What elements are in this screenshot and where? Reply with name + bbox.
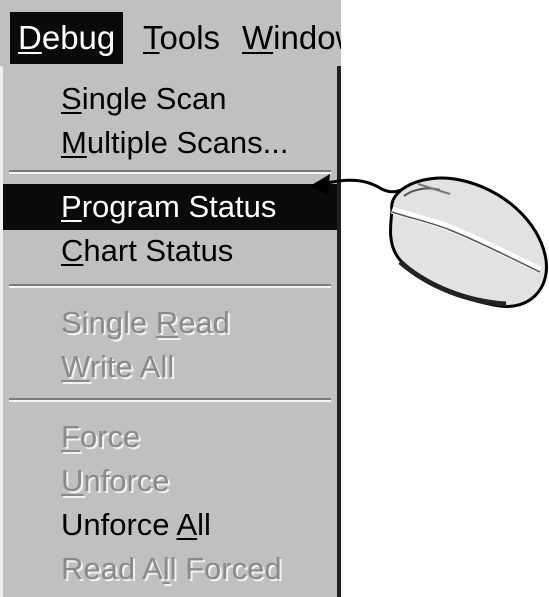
menu-item-hotkey: M: [61, 125, 87, 160]
menu-item-single-read[interactable]: Single Read: [3, 300, 337, 346]
menu-item-label-post: ultiple Scans...: [86, 125, 289, 160]
menu-item-read-all-forced[interactable]: Read All Forced: [3, 546, 337, 592]
menu-item-hotkey: P: [61, 189, 82, 224]
menu-item-label-post: hart Status: [83, 233, 234, 268]
menu-item-hotkey: l: [162, 551, 170, 586]
menu-item-hotkey: W: [61, 349, 90, 384]
menu-debug[interactable]: Debug: [10, 12, 124, 64]
computer-mouse-icon: [388, 176, 548, 308]
menu-item-label-post: nforce: [83, 463, 170, 498]
menu-item-unforce[interactable]: Unforce: [3, 458, 337, 504]
menu-tools-post: ools: [159, 19, 221, 56]
menu-item-hotkey: U: [61, 463, 84, 498]
mouse-illustration: [310, 174, 548, 308]
menu-item-hotkey: R: [155, 305, 179, 340]
menu-window[interactable]: Window: [242, 12, 341, 64]
menu-item-label-post: ll: [197, 507, 211, 542]
menu-tools-key: T: [143, 19, 160, 56]
arrow-pointer-icon: [310, 174, 407, 196]
menu-debug-post: ebug: [41, 19, 116, 56]
menu-item-label-pre: Unforce: [61, 507, 177, 542]
menu-window-key: W: [242, 19, 274, 56]
menu-separator: [9, 398, 331, 402]
menu-item-hotkey: A: [176, 507, 198, 542]
menu-item-label-post: rogram Status: [81, 189, 277, 224]
menu-item-multiple-scans[interactable]: Multiple Scans...: [3, 120, 337, 166]
menu-item-chart-status[interactable]: Chart Status: [3, 228, 337, 274]
menu-debug-key: D: [18, 19, 42, 56]
menu-item-hotkey: C: [61, 233, 84, 268]
menu-item-program-status[interactable]: Program Status: [3, 184, 337, 230]
menu-item-write-all[interactable]: Write All: [3, 344, 337, 390]
menu-separator: [9, 170, 331, 174]
menu-item-label-pre: Read A: [61, 551, 163, 586]
menu-item-label-post: ead: [178, 305, 230, 340]
menu-item-unforce-all[interactable]: Unforce All: [3, 502, 337, 548]
menu-item-force[interactable]: Force: [3, 414, 337, 460]
menu-item-label-post: ingle Scan: [81, 81, 227, 116]
menu-item-hotkey: F: [61, 419, 80, 454]
menu-tools[interactable]: Tools: [143, 12, 220, 64]
menu-item-label-post: rite All: [89, 349, 175, 384]
menu-bar: Debug Tools Window: [0, 0, 341, 70]
menu-item-hotkey: S: [61, 81, 82, 116]
menu-item-label-post: orce: [79, 419, 141, 454]
menu-separator: [9, 284, 331, 288]
menu-window-post: indow: [273, 19, 341, 56]
menu-item-single-scan[interactable]: Single Scan: [3, 76, 337, 122]
debug-dropdown-menu: Single Scan Multiple Scans... Program St…: [0, 66, 341, 597]
menu-item-label-pre: Single: [61, 305, 156, 340]
menu-item-label-post: l Forced: [169, 551, 282, 586]
